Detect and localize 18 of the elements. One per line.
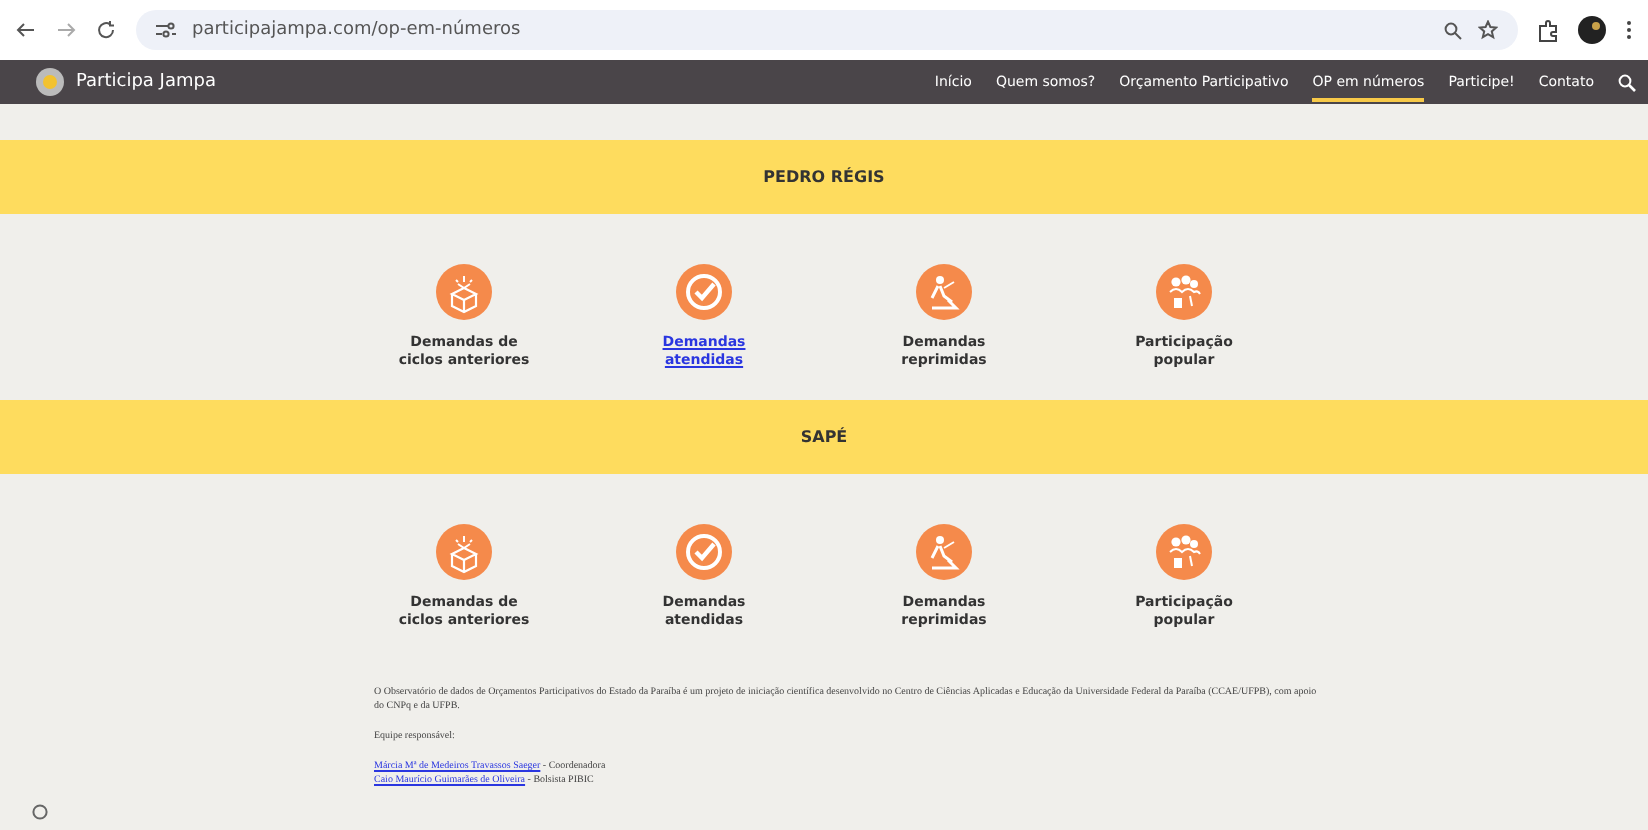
check-icon[interactable] <box>676 264 732 320</box>
region-title: SAPÉ <box>800 428 848 446</box>
zoom-icon[interactable] <box>1444 21 1462 39</box>
site-settings-icon[interactable] <box>156 22 176 38</box>
site-title[interactable]: Participa Jampa <box>76 72 216 92</box>
menu-icon[interactable] <box>1626 20 1632 40</box>
url-text: participajampa.com/op-em-números <box>192 20 521 40</box>
search-icon[interactable] <box>1618 73 1636 91</box>
circle-icon[interactable] <box>32 804 48 820</box>
reload-icon[interactable] <box>96 20 116 40</box>
back-icon[interactable] <box>16 20 36 40</box>
extensions-icon[interactable] <box>1538 19 1558 41</box>
profile-avatar-icon[interactable] <box>1578 16 1606 44</box>
address-bar[interactable]: participajampa.com/op-em-números <box>136 10 1518 50</box>
check-icon[interactable] <box>676 524 732 580</box>
region-title: PEDRO RÉGIS <box>763 168 885 186</box>
star-icon[interactable] <box>1478 20 1498 40</box>
logo-icon[interactable] <box>36 68 64 96</box>
